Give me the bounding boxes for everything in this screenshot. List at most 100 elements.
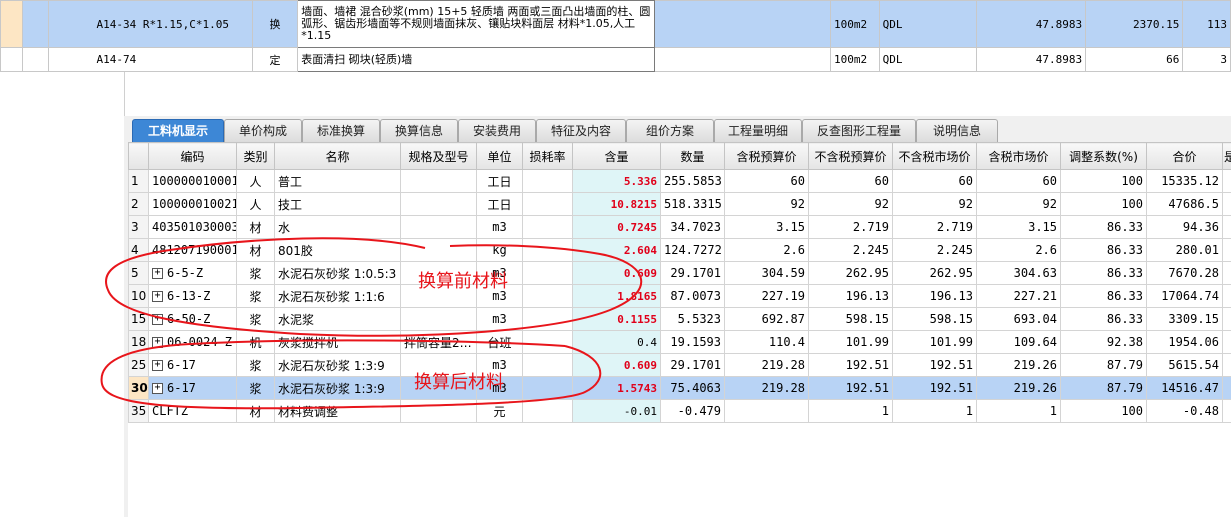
- cell-adj[interactable]: 87.79: [1060, 376, 1147, 400]
- cell-content[interactable]: 0.4: [572, 330, 661, 354]
- cell-p3[interactable]: 92: [892, 192, 977, 216]
- cell-p1[interactable]: 304.59: [724, 261, 809, 285]
- cell-p2[interactable]: 2.245: [808, 238, 893, 262]
- cell-p3[interactable]: 192.51: [892, 376, 977, 400]
- cell-total[interactable]: 47686.5: [1146, 192, 1223, 216]
- cell-code[interactable]: CLFTZ: [148, 399, 237, 423]
- cell-loss[interactable]: [522, 169, 573, 193]
- cell-p3[interactable]: 2.245: [892, 238, 977, 262]
- cell-code[interactable]: 100000010001: [148, 169, 237, 193]
- cell-p4[interactable]: 92: [976, 192, 1061, 216]
- cell-name[interactable]: 水泥石灰砂浆 1:3:9: [274, 376, 401, 400]
- cell-qty[interactable]: 75.4063: [660, 376, 725, 400]
- cell-content[interactable]: 1.8165: [572, 284, 661, 308]
- cell-p1[interactable]: 2.6: [724, 238, 809, 262]
- cell-loss[interactable]: [522, 238, 573, 262]
- cell-cat[interactable]: 人: [236, 169, 275, 193]
- cell-unit[interactable]: m3: [476, 284, 523, 308]
- cell-content[interactable]: 5.336: [572, 169, 661, 193]
- cell-name[interactable]: 技工: [274, 192, 401, 216]
- cell-loss[interactable]: [522, 261, 573, 285]
- tab-8[interactable]: 反查图形工程量: [802, 119, 916, 142]
- cell-name[interactable]: 水泥石灰砂浆 1:3:9: [274, 353, 401, 377]
- cell-code[interactable]: +6-17: [148, 353, 237, 377]
- cell-code[interactable]: 403501030003-Z: [148, 215, 237, 239]
- cell-content[interactable]: 1.5743: [572, 376, 661, 400]
- cell-unit[interactable]: m3: [476, 215, 523, 239]
- cell-unit[interactable]: 工日: [476, 192, 523, 216]
- column-header[interactable]: 类别: [236, 142, 275, 170]
- cell-p1[interactable]: 219.28: [724, 353, 809, 377]
- cell-qty[interactable]: 19.1593: [660, 330, 725, 354]
- table-row[interactable]: 2 100000010021 人技工 工日 10.8215 518.3315 92 92 92 9…: [128, 192, 1231, 216]
- column-header[interactable]: 含税预算价: [724, 142, 809, 170]
- cell-content[interactable]: 0.7245: [572, 215, 661, 239]
- cell-name[interactable]: 801胶: [274, 238, 401, 262]
- cell-p4[interactable]: 109.64: [976, 330, 1061, 354]
- cell-loss[interactable]: [522, 192, 573, 216]
- cell-p4[interactable]: 219.26: [976, 353, 1061, 377]
- quota-row[interactable]: A14-74 定表面清扫 砌块(轻质)墙 100m2 QDL 47.8983 66 3: [0, 47, 1231, 72]
- cell-adj[interactable]: 100: [1060, 192, 1147, 216]
- cell-p4[interactable]: 227.21: [976, 284, 1061, 308]
- cell-cat[interactable]: 材: [236, 238, 275, 262]
- cell-content[interactable]: 0.609: [572, 353, 661, 377]
- expand-icon[interactable]: +: [152, 383, 163, 394]
- cell-content[interactable]: 10.8215: [572, 192, 661, 216]
- cell-name[interactable]: 水泥浆: [274, 307, 401, 331]
- table-row[interactable]: 15 +6-50-Z 浆水泥浆 m3 0.1155 5.5323 692.87 598.15 5…: [128, 307, 1231, 331]
- cell-loss[interactable]: [522, 353, 573, 377]
- table-row[interactable]: 10 +6-13-Z 浆水泥石灰砂浆 1:1:6 m3 1.8165 87.0073 227…: [128, 284, 1231, 308]
- cell-adj[interactable]: 100: [1060, 399, 1147, 423]
- cell-p4[interactable]: 3.15: [976, 215, 1061, 239]
- column-header[interactable]: 损耗率: [522, 142, 573, 170]
- cell-p2[interactable]: 192.51: [808, 376, 893, 400]
- cell-adj[interactable]: 92.38: [1060, 330, 1147, 354]
- cell-cat[interactable]: 人: [236, 192, 275, 216]
- tab-7[interactable]: 工程量明细: [714, 119, 802, 142]
- cell-p1[interactable]: 219.28: [724, 376, 809, 400]
- cell-spec[interactable]: [400, 192, 477, 216]
- column-header[interactable]: 编码: [148, 142, 237, 170]
- cell-total[interactable]: 17064.74: [1146, 284, 1223, 308]
- cell-p3[interactable]: 598.15: [892, 307, 977, 331]
- cell-total[interactable]: 14516.47: [1146, 376, 1223, 400]
- table-row[interactable]: 25 +6-17 浆水泥石灰砂浆 1:3:9 m3 0.609 29.1701 219.28…: [128, 353, 1231, 377]
- cell-p2[interactable]: 262.95: [808, 261, 893, 285]
- cell-qty[interactable]: 124.7272: [660, 238, 725, 262]
- cell-loss[interactable]: [522, 307, 573, 331]
- table-row[interactable]: 5 +6-5-Z 浆水泥石灰砂浆 1:0.5:3 m3 0.609 29.1701 304.…: [128, 261, 1231, 285]
- cell-qty[interactable]: 87.0073: [660, 284, 725, 308]
- cell-loss[interactable]: [522, 330, 573, 354]
- table-row[interactable]: 1 100000010001 人普工 工日 5.336 255.5853 60 60 60 60 1…: [128, 169, 1231, 193]
- tab-5[interactable]: 特征及内容: [536, 119, 626, 142]
- cell-total[interactable]: 94.36: [1146, 215, 1223, 239]
- cell-p4[interactable]: 304.63: [976, 261, 1061, 285]
- cell-cat[interactable]: 材: [236, 399, 275, 423]
- tab-2[interactable]: 标准换算: [302, 119, 380, 142]
- cell-spec[interactable]: [400, 353, 477, 377]
- cell-cat[interactable]: 材: [236, 215, 275, 239]
- cell-loss[interactable]: [522, 376, 573, 400]
- column-header[interactable]: 数量: [660, 142, 725, 170]
- cell-code[interactable]: +6-17: [148, 376, 237, 400]
- expand-icon[interactable]: +: [152, 314, 163, 325]
- tab-9[interactable]: 说明信息: [916, 119, 998, 142]
- cell-p3[interactable]: 192.51: [892, 353, 977, 377]
- cell-p3[interactable]: 196.13: [892, 284, 977, 308]
- cell-content[interactable]: 0.609: [572, 261, 661, 285]
- cell-total[interactable]: 5615.54: [1146, 353, 1223, 377]
- cell-spec[interactable]: [400, 284, 477, 308]
- cell-p3[interactable]: 262.95: [892, 261, 977, 285]
- cell-adj[interactable]: 86.33: [1060, 307, 1147, 331]
- tab-0[interactable]: 工料机显示: [132, 119, 224, 142]
- cell-name[interactable]: 水泥石灰砂浆 1:0.5:3: [274, 261, 401, 285]
- cell-adj[interactable]: 100: [1060, 169, 1147, 193]
- cell-name[interactable]: 灰浆搅拌机: [274, 330, 401, 354]
- cell-spec[interactable]: [400, 238, 477, 262]
- cell-p4[interactable]: 60: [976, 169, 1061, 193]
- cell-total[interactable]: 7670.28: [1146, 261, 1223, 285]
- table-row[interactable]: 35 CLFTZ 材材料费调整元 -0.01 -0.479 1 1 1 100 -0.48: [128, 399, 1231, 423]
- cell-name[interactable]: 普工: [274, 169, 401, 193]
- cell-p2[interactable]: 92: [808, 192, 893, 216]
